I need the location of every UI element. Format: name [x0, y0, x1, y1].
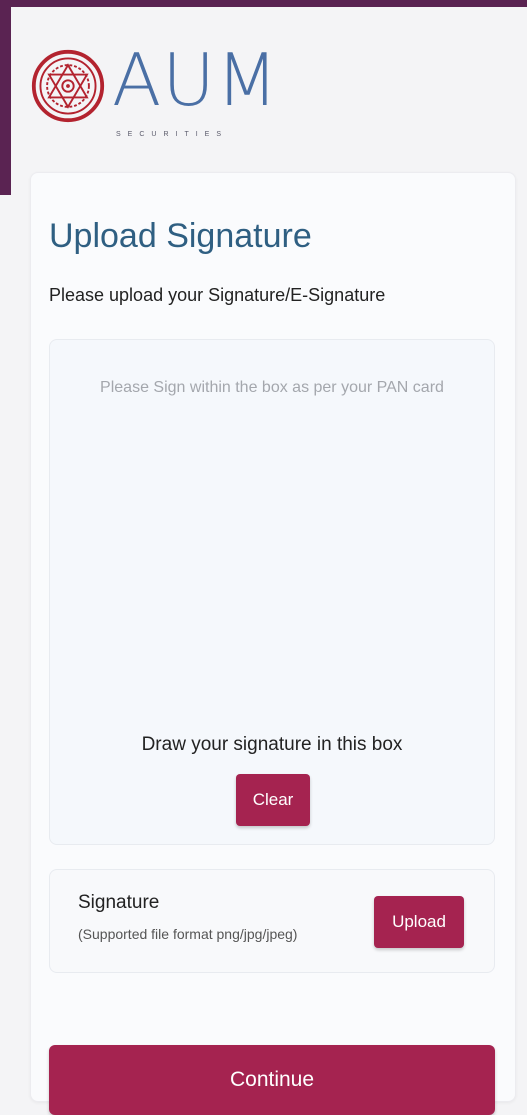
signature-hint: Please Sign within the box as per your P… [100, 379, 444, 396]
page-title: Upload Signature [49, 217, 312, 255]
upload-format-note: (Supported file format png/jpg/jpeg) [78, 926, 298, 942]
upload-signature-card: Upload Signature Please upload your Sign… [30, 172, 516, 1115]
continue-button[interactable]: Continue [49, 1045, 495, 1115]
signature-pad[interactable]: Please Sign within the box as per your P… [49, 339, 495, 845]
brand-wordmark: AUM [112, 38, 280, 122]
upload-title: Signature [78, 892, 160, 913]
top-accent-bar [0, 0, 527, 7]
left-accent-bar [0, 0, 11, 195]
clear-button[interactable]: Clear [236, 774, 310, 826]
mandala-logo-icon [31, 49, 105, 123]
upload-button[interactable]: Upload [374, 896, 464, 948]
draw-label: Draw your signature in this box [141, 734, 403, 755]
page-subtitle: Please upload your Signature/E-Signature [49, 285, 386, 305]
signature-upload-row: Signature (Supported file format png/jpg… [49, 869, 495, 973]
brand-tagline: SECURITIES [116, 131, 229, 138]
